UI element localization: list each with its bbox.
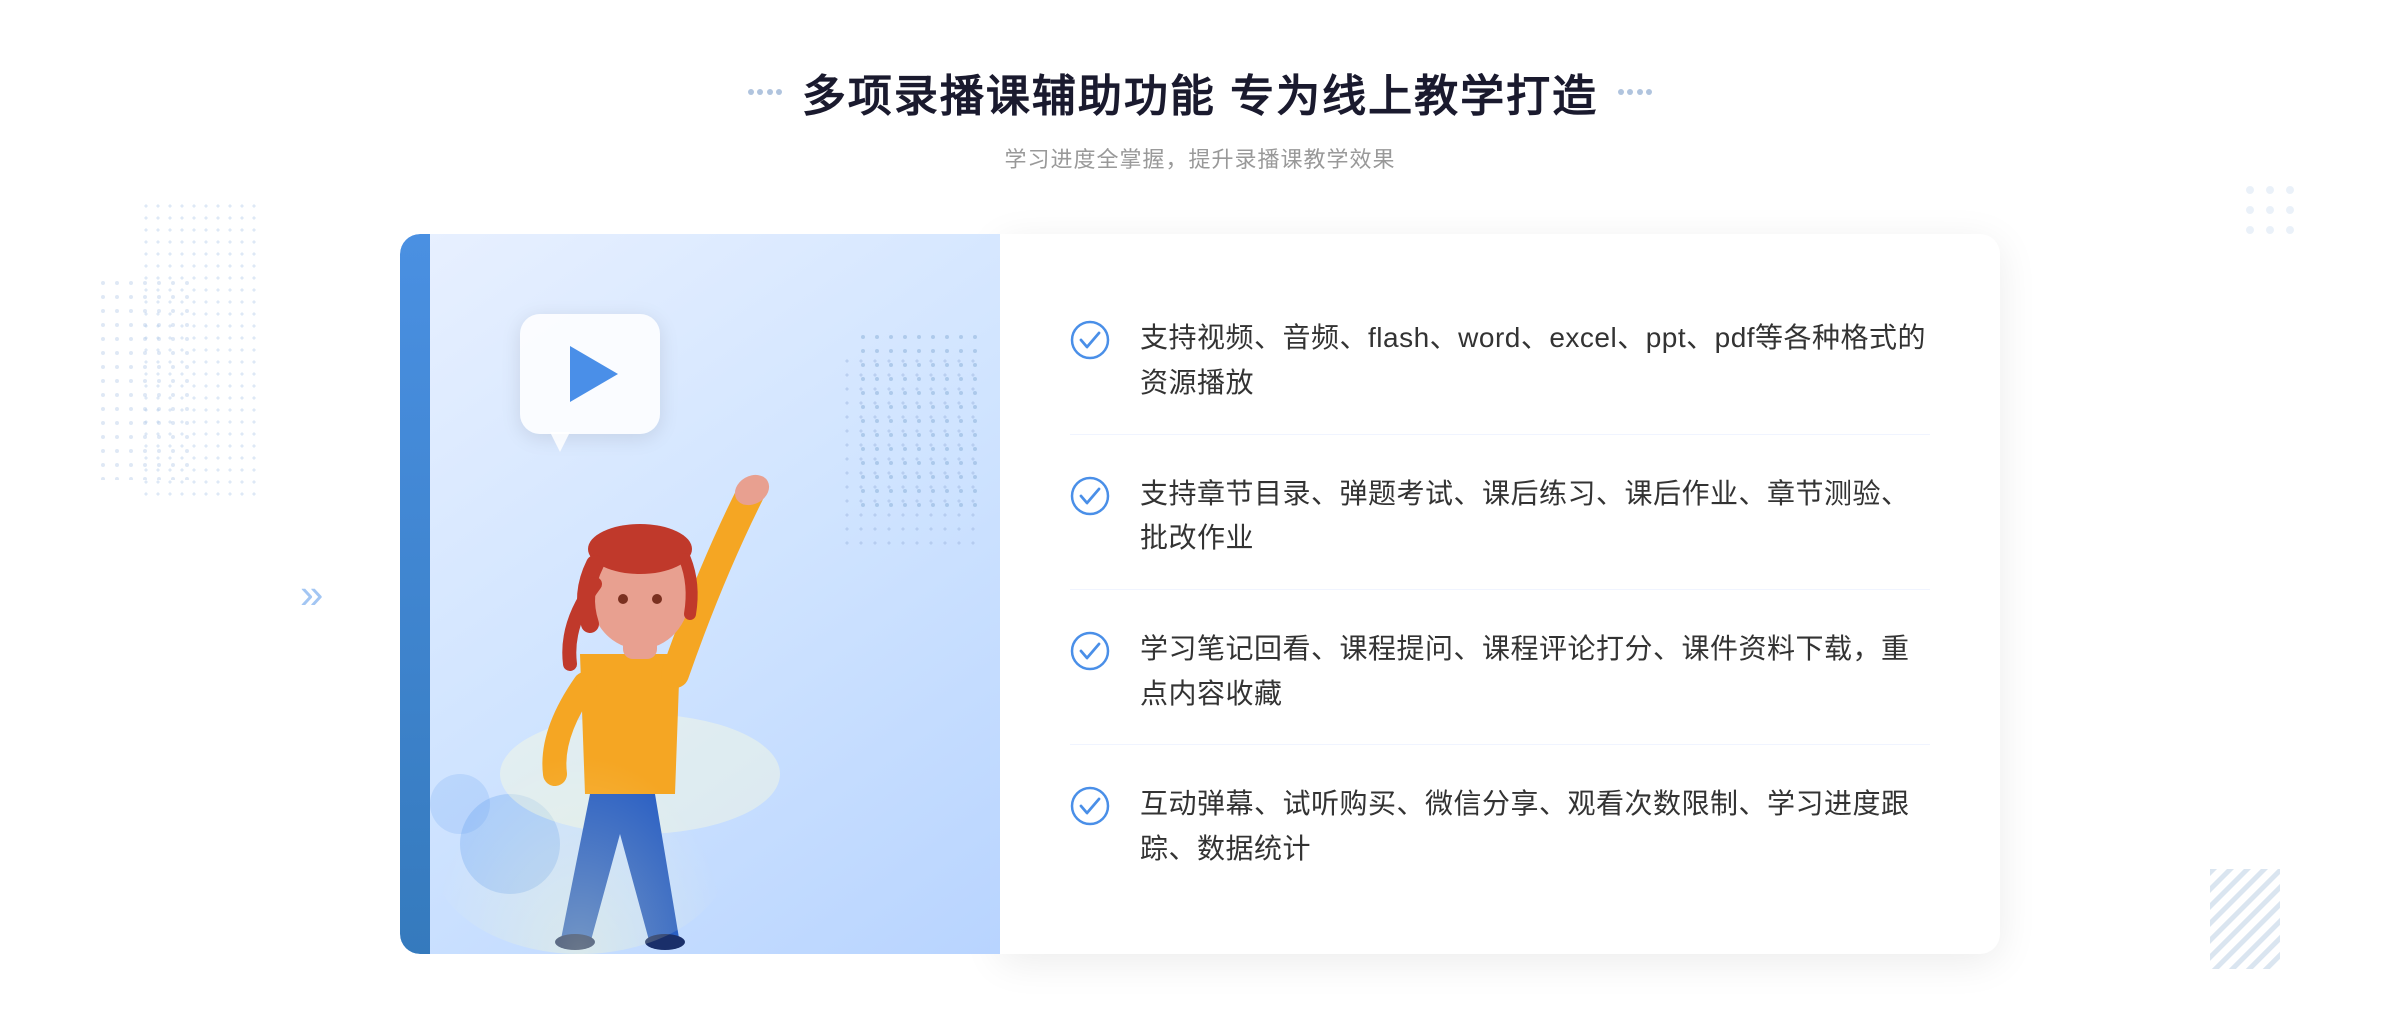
light-effect	[430, 754, 730, 954]
dot5	[1618, 89, 1624, 95]
dot4	[776, 89, 782, 95]
feature-text-2: 支持章节目录、弹题考试、课后练习、课后作业、章节测验、批改作业	[1140, 472, 1930, 562]
dot7	[1637, 89, 1643, 95]
dot-pair-left2	[767, 89, 782, 95]
feature-item-3: 学习笔记回看、课程提问、课程评论打分、课件资料下载，重点内容收藏	[1070, 599, 1930, 746]
left-deco-dots	[100, 280, 190, 485]
feature-text-4: 互动弹幕、试听购买、微信分享、观看次数限制、学习进度跟踪、数据统计	[1140, 782, 1930, 872]
feature-item-1: 支持视频、音频、flash、word、excel、ppt、pdf等各种格式的资源…	[1070, 288, 1930, 435]
feature-item-2: 支持章节目录、弹题考试、课后练习、课后作业、章节测验、批改作业	[1070, 444, 1930, 591]
check-icon-1	[1070, 320, 1110, 360]
header-section: 多项录播课辅助功能 专为线上教学打造 学习进度全掌握，提升录播课教学效果	[748, 60, 1652, 174]
dot6	[1627, 89, 1633, 95]
feature-text-3: 学习笔记回看、课程提问、课程评论打分、课件资料下载，重点内容收藏	[1140, 627, 1930, 717]
dot1	[748, 89, 754, 95]
page-container: 多项录播课辅助功能 专为线上教学打造 学习进度全掌握，提升录播课教学效果 »	[0, 0, 2400, 1034]
blue-accent-bar	[400, 234, 430, 954]
left-decoration	[748, 89, 782, 95]
dot3	[767, 89, 773, 95]
main-content: »	[400, 234, 2000, 954]
stripe-decoration	[2210, 869, 2280, 974]
title-row: 多项录播课辅助功能 专为线上教学打造	[748, 60, 1652, 124]
right-decoration	[1618, 89, 1652, 95]
page-subtitle: 学习进度全掌握，提升录播课教学效果	[748, 142, 1652, 174]
check-icon-3	[1070, 631, 1110, 671]
feature-text-1: 支持视频、音频、flash、word、excel、ppt、pdf等各种格式的资源…	[1140, 316, 1930, 406]
dot2	[757, 89, 763, 95]
dot-pair-right	[1618, 89, 1633, 95]
illustration-panel	[400, 234, 1000, 954]
dot-pair-right2	[1637, 89, 1652, 95]
chevron-left-icon: »	[300, 570, 323, 618]
check-icon-4	[1070, 786, 1110, 826]
check-icon-2	[1070, 476, 1110, 516]
feature-item-4: 互动弹幕、试听购买、微信分享、观看次数限制、学习进度跟踪、数据统计	[1070, 754, 1930, 900]
dot8	[1646, 89, 1652, 95]
features-panel: 支持视频、音频、flash、word、excel、ppt、pdf等各种格式的资源…	[1000, 234, 2000, 954]
page-title: 多项录播课辅助功能 专为线上教学打造	[802, 60, 1598, 124]
dot-pair-left	[748, 89, 763, 95]
right-deco-dots	[2240, 180, 2300, 245]
illustration-background	[400, 234, 1000, 954]
illustration-dots	[860, 334, 980, 519]
